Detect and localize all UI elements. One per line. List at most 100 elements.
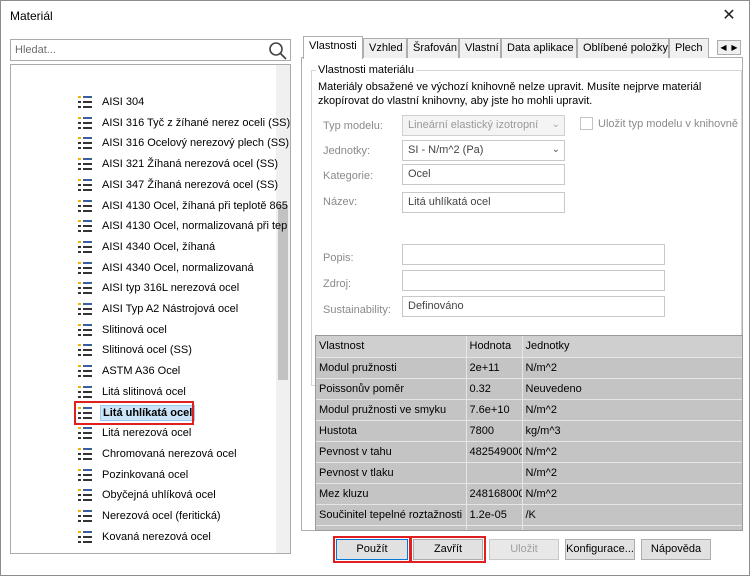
tree-item[interactable]: Slitinová ocel (SS) — [77, 340, 194, 360]
table-cell: 2e+11 — [466, 357, 523, 379]
tree-item[interactable]: ASTM A36 Ocel — [77, 361, 182, 381]
table-cell: N/m^2 — [522, 441, 742, 463]
table-row[interactable]: Modul pružnosti ve smyku 7.6e+10 N/m^2 — [316, 399, 742, 421]
table-row[interactable]: Modul pružnosti 2e+11 N/m^2 — [316, 357, 742, 379]
table-row[interactable]: Pevnost v tlaku N/m^2 — [316, 462, 742, 484]
table-cell: W/(m·K) — [522, 525, 742, 530]
material-list-icon — [78, 530, 92, 543]
units-select[interactable]: SI - N/m^2 (Pa) ⌄ — [402, 140, 565, 161]
column-header: Hodnota — [466, 336, 523, 358]
tree-item[interactable]: AISI 304 — [77, 92, 146, 112]
tree-item[interactable]: AISI 4340 Ocel, žíhaná — [77, 237, 217, 257]
save-model-type-checkbox[interactable]: Uložit typ modelu v knihovně — [580, 117, 738, 130]
chevron-down-icon: ⌄ — [551, 144, 560, 155]
column-header: Vlastnost — [316, 336, 467, 358]
material-list-icon — [78, 365, 92, 378]
apply-highlight — [333, 536, 411, 563]
help-button[interactable]: Nápověda — [641, 539, 711, 560]
description-field[interactable] — [402, 244, 665, 265]
configuration-button[interactable]: Konfigurace... — [565, 539, 635, 560]
tab[interactable]: Plech — [669, 38, 709, 58]
table-cell: Mez kluzu — [316, 483, 467, 505]
tree-item[interactable]: Litá nerezová ocel — [77, 423, 193, 443]
table-header-row: Vlastnost Hodnota Jednotky — [316, 336, 742, 358]
category-label: Kategorie: — [323, 170, 374, 182]
selected-item-highlight — [74, 400, 194, 425]
tree-item-label: AISI 4340 Ocel, normalizovaná — [102, 261, 254, 274]
category-field[interactable]: Ocel — [402, 164, 565, 185]
tab[interactable]: Vlastnosti — [303, 36, 363, 59]
table-cell: 0.32 — [466, 378, 523, 400]
tree-item[interactable]: AISI Typ A2 Nástrojová ocel — [77, 299, 240, 319]
material-list-icon — [78, 158, 92, 171]
table-row[interactable]: Součinitel tepelné vodivosti30W/(m·K) — [316, 525, 742, 530]
tree-item[interactable]: Litá slitinová ocel — [77, 382, 188, 402]
table-cell: Neuvedeno — [522, 378, 742, 400]
material-dialog: Materiál ✕ AISI 304 AISI 316 Tyč z žíhané… — [0, 0, 750, 576]
material-list-icon — [78, 323, 92, 336]
tree-item[interactable]: AISI 4130 Ocel, normalizovaná při tep — [77, 216, 289, 236]
sustainability-label: Sustainability: — [323, 304, 391, 316]
tab-scroll-buttons: ◀ ▶ — [717, 40, 741, 55]
tab-scroll-left-icon[interactable]: ◀ — [718, 41, 729, 54]
tree-item[interactable]: AISI 347 Žíhaná nerezová ocel (SS) — [77, 175, 280, 195]
material-list-icon — [78, 96, 92, 108]
search-icon[interactable] — [268, 41, 288, 61]
table-row[interactable]: Hustota 7800 kg/m^3 — [316, 420, 742, 442]
source-label: Zdroj: — [323, 278, 352, 290]
read-only-note: Materiály obsažené ve výchozí knihovně n… — [318, 81, 702, 107]
sustainability-field[interactable]: Definováno — [402, 296, 665, 317]
properties-panel: Vlastnosti materiálu Materiály obsažené … — [301, 58, 743, 531]
table-row[interactable]: Součinitel tepelné roztažnosti 1.2e-05/K — [316, 504, 742, 526]
tree-horizontal-scrollbar[interactable] — [10, 550, 291, 558]
search-box — [10, 39, 291, 61]
tab[interactable]: Vlastní — [459, 38, 501, 58]
tree-item[interactable]: Obyčejná uhlíková ocel — [77, 485, 218, 505]
tree-item[interactable]: Nerezová ocel (feritická) — [77, 506, 223, 526]
tree-item[interactable]: AISI 316 Ocelový nerezový plech (SS) — [77, 133, 290, 153]
tree-item-label: ASTM A36 Ocel — [102, 365, 181, 378]
tree-item-label: AISI typ 316L nerezová ocel — [102, 282, 240, 295]
tree-item[interactable]: AISI 4130 Ocel, žíhaná při teplotě 865 — [77, 196, 290, 216]
table-row[interactable]: Poissonův poměr 0.32 Neuvedeno — [316, 378, 742, 400]
save-button[interactable]: Uložit — [489, 539, 559, 560]
table-cell: 30 — [466, 525, 523, 530]
material-list-icon — [78, 447, 92, 460]
table-cell: 7800 — [466, 420, 523, 442]
table-cell: Pevnost v tlaku — [316, 462, 467, 484]
tree-item[interactable]: AISI 316 Tyč z žíhané nerez oceli (SS) — [77, 113, 290, 133]
title-bar: Materiál ✕ — [1, 1, 749, 31]
material-list-icon — [78, 468, 92, 481]
tree-item-label: AISI 347 Žíhaná nerezová ocel (SS) — [102, 178, 279, 191]
tab[interactable]: Šrafování — [407, 38, 459, 58]
model-type-select[interactable]: Lineární elastický izotropní ⌄ — [402, 115, 565, 136]
tab[interactable]: Vzhled — [363, 38, 407, 58]
column-header: Jednotky — [522, 336, 742, 358]
tree-item[interactable]: Kovaná nerezová ocel — [77, 527, 213, 547]
tree-item[interactable]: AISI typ 316L nerezová ocel — [77, 278, 241, 298]
tab[interactable]: Oblíbené položky — [577, 38, 669, 58]
search-input[interactable] — [11, 40, 261, 60]
tab-scroll-right-icon[interactable]: ▶ — [729, 41, 740, 54]
table-cell: N/m^2 — [522, 357, 742, 379]
model-type-label: Typ modelu: — [323, 120, 383, 132]
tree-item[interactable]: Slitinová ocel — [77, 320, 169, 340]
tree-item[interactable]: AISI 321 Žíhaná nerezová ocel (SS) — [77, 154, 280, 174]
table-cell: kg/m^3 — [522, 420, 742, 442]
table-row[interactable]: Pevnost v tahu 482549000 N/m^2 — [316, 441, 742, 463]
close-icon[interactable]: ✕ — [709, 1, 749, 31]
table-row[interactable]: Mez kluzu 248168000 N/m^2 — [316, 483, 742, 505]
source-field[interactable] — [402, 270, 665, 291]
name-field[interactable]: Litá uhlíkatá ocel — [402, 192, 565, 213]
material-list-icon — [78, 510, 92, 522]
tree-item[interactable]: Pozinkovaná ocel — [77, 465, 190, 485]
table-body: Modul pružnosti 2e+11 N/m^2 Poissonův poměr… — [316, 357, 742, 530]
tree-item[interactable]: Chromovaná nerezová ocel — [77, 444, 239, 464]
table-cell: 248168000 — [466, 483, 523, 505]
tree-item-label: AISI 304 — [102, 96, 145, 108]
tree-item[interactable]: AISI 4340 Ocel, normalizovaná — [77, 258, 256, 278]
table-cell: Součinitel tepelné vodivosti — [316, 525, 467, 530]
checkbox-box[interactable] — [580, 117, 593, 130]
table-cell: Modul pružnosti ve smyku — [316, 399, 467, 421]
tab[interactable]: Data aplikace — [501, 38, 577, 58]
